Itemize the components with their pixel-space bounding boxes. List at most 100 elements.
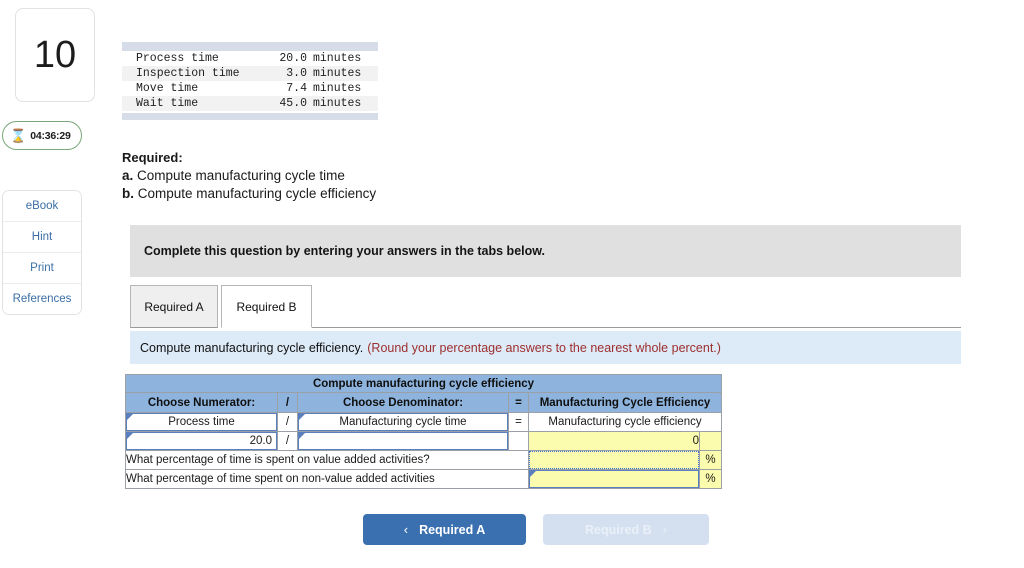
result-label: Manufacturing cycle efficiency: [527, 412, 723, 432]
instruction-text: Complete this question by entering your …: [144, 244, 545, 258]
dropdown-corner-marker-icon: [127, 433, 133, 439]
header-manufacturing-cycle-efficiency: Manufacturing Cycle Efficiency: [527, 392, 723, 413]
non-value-added-answer-input[interactable]: [529, 470, 699, 488]
divide-operator: /: [277, 412, 298, 432]
header-choose-numerator: Choose Numerator:: [125, 392, 278, 413]
next-button-label: Required B: [584, 522, 652, 537]
tab-required-a-label: Required A: [144, 299, 204, 314]
facts-unit: minutes: [313, 67, 362, 80]
divide-operator: /: [277, 431, 298, 451]
numerator-dropdown[interactable]: Process time: [126, 413, 277, 431]
required-item-a-marker: a.: [122, 168, 134, 183]
denominator-value-input[interactable]: [298, 432, 508, 450]
dropdown-corner-marker-icon: [299, 433, 305, 439]
required-heading: Required:: [122, 150, 183, 165]
facts-label: Inspection time: [136, 67, 240, 80]
facts-label: Process time: [136, 52, 219, 65]
value-added-answer-cell[interactable]: [528, 450, 700, 470]
facts-value: 7.4: [286, 82, 307, 95]
equals-blank-cell: [508, 431, 529, 451]
sub-instruction-text: Compute manufacturing cycle efficiency.: [140, 340, 364, 355]
print-button[interactable]: Print: [3, 253, 81, 284]
denominator-dropdown[interactable]: Manufacturing cycle time: [298, 413, 508, 431]
numerator-value-input[interactable]: 20.0: [126, 432, 277, 450]
numerator-value: 20.0: [249, 435, 272, 447]
required-item-b: b. Compute manufacturing cycle efficienc…: [122, 185, 622, 203]
value-added-question-label: What percentage of time is spent on valu…: [125, 450, 529, 470]
header-equals: =: [508, 392, 529, 413]
question-number-box: 10: [15, 8, 95, 102]
numerator-value-cell[interactable]: 20.0: [125, 431, 278, 451]
facts-value: 3.0: [286, 67, 307, 80]
facts-unit: minutes: [313, 52, 362, 65]
efficiency-result-unit-cell: [698, 431, 723, 451]
facts-unit: minutes: [313, 97, 362, 110]
dropdown-corner-marker-icon: [530, 471, 536, 477]
dropdown-corner-marker-icon: [127, 414, 133, 420]
value-added-percent-sign: %: [698, 450, 723, 470]
references-button[interactable]: References: [3, 284, 81, 314]
sub-instruction-bar: Compute manufacturing cycle efficiency. …: [130, 331, 961, 364]
facts-label: Move time: [136, 82, 199, 95]
required-item-b-text: Compute manufacturing cycle efficiency: [137, 186, 377, 201]
header-slash: /: [277, 392, 298, 413]
equals-operator: =: [508, 412, 529, 432]
facts-label: Wait time: [136, 97, 199, 110]
facts-unit: minutes: [313, 82, 362, 95]
efficiency-result-value: 0: [528, 431, 700, 451]
denominator-dropdown-value: Manufacturing cycle time: [339, 416, 467, 428]
required-item-a-text: Compute manufacturing cycle time: [137, 168, 345, 183]
question-number: 10: [33, 34, 77, 76]
hint-button[interactable]: Hint: [3, 222, 81, 253]
left-rail: 10: [15, 8, 97, 102]
value-added-answer-input[interactable]: [529, 451, 699, 469]
required-block: Required: a. Compute manufacturing cycle…: [122, 149, 622, 203]
dropdown-corner-marker-icon: [299, 414, 305, 420]
table-top-rule: [122, 42, 378, 51]
chevron-left-icon: ‹: [403, 522, 409, 537]
facts-row: Move time 7.4 minutes: [122, 81, 378, 96]
non-value-added-answer-cell[interactable]: [528, 469, 700, 489]
resource-button-group: eBook Hint Print References: [2, 190, 82, 315]
sheet-title-row: Compute manufacturing cycle efficiency: [124, 374, 723, 393]
required-item-a: a. Compute manufacturing cycle time: [122, 167, 622, 185]
denominator-value-cell[interactable]: [297, 431, 509, 451]
numerator-dropdown-value: Process time: [168, 416, 235, 428]
prev-required-a-button[interactable]: ‹ Required A: [363, 514, 526, 545]
tab-required-b-label: Required B: [236, 299, 297, 314]
tab-strip-filler: [312, 285, 961, 328]
next-required-b-button[interactable]: Required B ›: [543, 514, 709, 545]
header-choose-denominator: Choose Denominator:: [297, 392, 509, 413]
tab-required-b[interactable]: Required B: [221, 285, 312, 328]
facts-value: 45.0: [279, 97, 307, 110]
rounding-note: (Round your percentage answers to the ne…: [367, 340, 721, 355]
answer-spreadsheet: Compute manufacturing cycle efficiency C…: [124, 374, 723, 489]
prev-button-label: Required A: [419, 522, 486, 537]
tab-strip: Required A Required B: [130, 285, 961, 329]
sheet-formula-label-row: Process time / Manufacturing cycle time …: [125, 412, 723, 432]
bottom-navigation: ‹ Required A Required B ›: [363, 514, 709, 545]
sheet-formula-value-row: 20.0 / 0: [125, 431, 723, 451]
given-data-table: Process time 20.0 minutes Inspection tim…: [122, 42, 378, 120]
timer-value: 04:36:29: [30, 129, 71, 142]
sheet-title: Compute manufacturing cycle efficiency: [124, 374, 723, 393]
facts-row: Process time 20.0 minutes: [122, 51, 378, 66]
table-bottom-rule: [122, 113, 378, 120]
sheet-question-row: What percentage of time is spent on valu…: [125, 450, 723, 470]
denominator-dropdown-cell[interactable]: Manufacturing cycle time: [297, 412, 509, 432]
chevron-right-icon: ›: [662, 522, 668, 537]
facts-row: Wait time 45.0 minutes: [122, 96, 378, 111]
tab-required-a[interactable]: Required A: [130, 285, 218, 328]
facts-value: 20.0: [279, 52, 307, 65]
non-value-added-question-label: What percentage of time spent on non-val…: [125, 469, 529, 489]
required-item-b-marker: b.: [122, 186, 134, 201]
hourglass-icon: ⌛: [10, 128, 27, 143]
sheet-header-row: Choose Numerator: / Choose Denominator: …: [125, 392, 723, 413]
sheet-question-row: What percentage of time spent on non-val…: [125, 469, 723, 489]
numerator-dropdown-cell[interactable]: Process time: [125, 412, 278, 432]
ebook-button[interactable]: eBook: [3, 191, 81, 222]
timer-pill: ⌛ 04:36:29: [2, 121, 82, 150]
instruction-banner: Complete this question by entering your …: [130, 225, 961, 277]
non-value-added-percent-sign: %: [698, 469, 723, 489]
facts-row: Inspection time 3.0 minutes: [122, 66, 378, 81]
